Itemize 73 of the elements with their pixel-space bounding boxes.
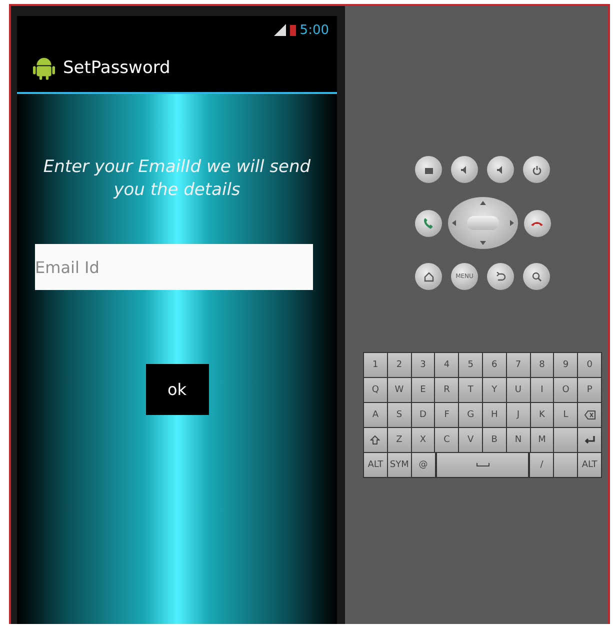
vol-up-button[interactable] (487, 156, 514, 183)
keyboard-key[interactable]: 4 (435, 353, 458, 377)
hang-up-icon (530, 219, 544, 227)
keyboard-key[interactable]: B (482, 428, 506, 452)
keyboard-key[interactable]: K (530, 403, 554, 427)
keyboard-key[interactable]: U (506, 378, 530, 402)
email-field[interactable]: Email Id (35, 244, 313, 290)
keyboard-key[interactable]: Z (388, 428, 411, 452)
keyboard-key[interactable]: L (554, 403, 578, 427)
keyboard-key[interactable]: 5 (459, 353, 482, 377)
keyboard-key[interactable]: P (578, 378, 601, 402)
keyboard-key[interactable]: J (506, 403, 530, 427)
keyboard-key[interactable]: SYM (388, 453, 411, 477)
enter-key[interactable] (578, 428, 601, 452)
keyboard-key[interactable]: D (412, 403, 434, 427)
vol-down-button[interactable] (451, 156, 478, 183)
keyboard-key[interactable]: G (459, 403, 482, 427)
app-title: SetPassword (63, 58, 170, 78)
keyboard-key[interactable]: N (506, 428, 530, 452)
robot-icon (33, 56, 55, 80)
keyboard-key[interactable]: Q (364, 378, 387, 402)
home-button[interactable] (415, 263, 442, 290)
keyboard-key[interactable]: V (459, 428, 482, 452)
keyboard-key[interactable]: E (412, 378, 434, 402)
keyboard-key[interactable]: C (435, 428, 458, 452)
keyboard-key[interactable]: I (530, 378, 554, 402)
keyboard-key[interactable]: @ (412, 453, 435, 477)
blank-key[interactable] (554, 428, 578, 452)
keyboard-key[interactable]: 7 (506, 353, 530, 377)
keyboard-key[interactable]: W (388, 378, 411, 402)
keyboard-key[interactable]: 8 (530, 353, 554, 377)
prompt-text: Enter your EmailId we will send you the details (42, 156, 312, 202)
keyboard-key[interactable]: 0 (578, 353, 601, 377)
keyboard-key[interactable]: 2 (388, 353, 411, 377)
home-icon (424, 272, 434, 282)
back-button[interactable] (487, 263, 514, 290)
keyboard-key[interactable]: T (459, 378, 482, 402)
clock: 5:00 (300, 22, 329, 38)
keyboard-key[interactable]: ALT (578, 453, 602, 477)
keyboard-key[interactable]: 6 (482, 353, 506, 377)
signal-icon (274, 24, 286, 36)
ok-button[interactable]: ok (146, 364, 208, 415)
keyboard-key[interactable]: 9 (554, 353, 578, 377)
battery-icon (290, 24, 296, 36)
phone-icon (422, 216, 434, 230)
keyboard-key[interactable]: ALT (364, 453, 387, 477)
search-button[interactable] (523, 263, 550, 290)
shift-key[interactable] (364, 428, 387, 452)
keyboard-key[interactable]: H (482, 403, 506, 427)
enter-icon (584, 435, 596, 445)
back-icon (496, 272, 506, 282)
keyboard-key[interactable]: F (435, 403, 458, 427)
end-call-button[interactable] (524, 210, 550, 236)
keyboard-key[interactable]: S (388, 403, 411, 427)
shift-icon (370, 435, 380, 445)
space-icon (476, 463, 490, 467)
keyboard-key[interactable]: M (530, 428, 554, 452)
keyboard-key[interactable]: 3 (412, 353, 434, 377)
search-icon (532, 272, 542, 282)
keyboard-key[interactable]: 1 (364, 353, 387, 377)
keyboard-key[interactable]: R (435, 378, 458, 402)
keyboard-key[interactable]: O (554, 378, 578, 402)
keyboard-key[interactable]: X (412, 428, 434, 452)
call-button[interactable] (414, 210, 442, 236)
delete-key[interactable] (578, 403, 601, 427)
power-button[interactable] (523, 156, 550, 183)
delete-icon (584, 410, 596, 420)
blank-key[interactable] (554, 453, 578, 477)
keyboard-key[interactable]: A (364, 403, 387, 427)
camera-button[interactable] (415, 156, 442, 183)
power-icon (532, 164, 542, 174)
keyboard-key[interactable]: Y (482, 378, 506, 402)
keyboard-key[interactable]: / (530, 453, 554, 477)
